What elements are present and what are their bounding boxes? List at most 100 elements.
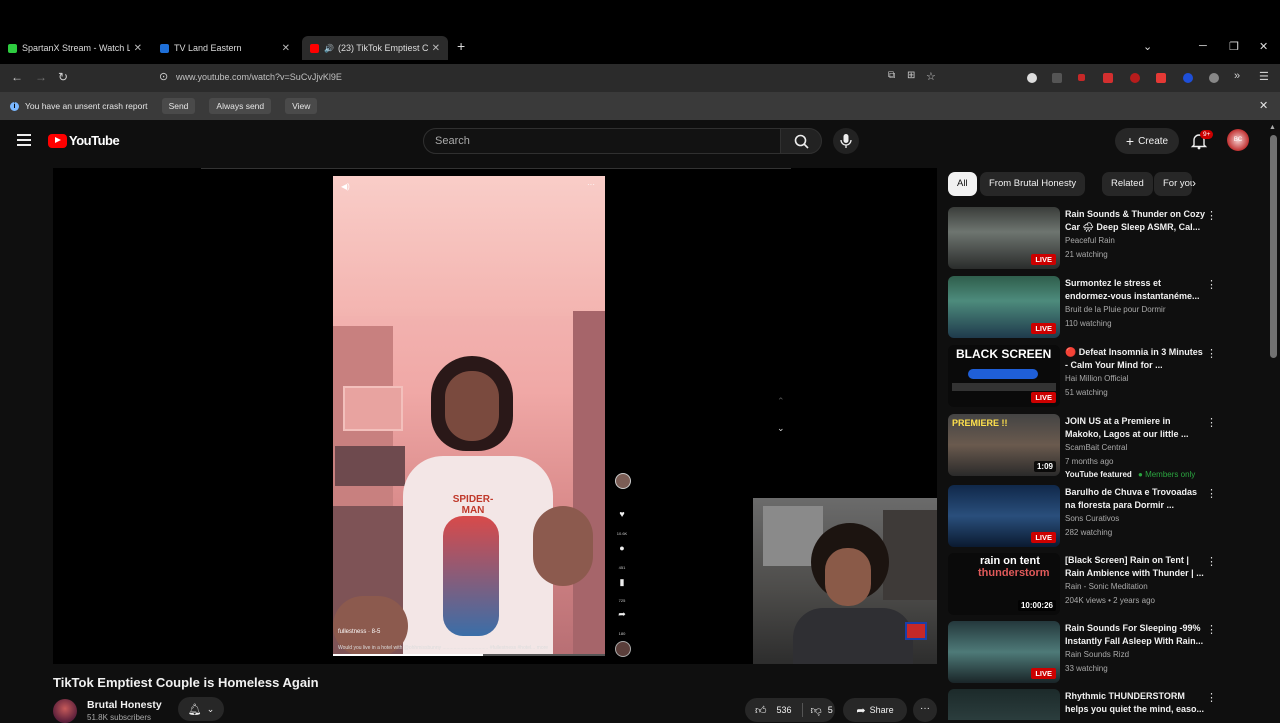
create-button[interactable]: + Create	[1115, 128, 1179, 154]
youtube-logo[interactable]: YouTube	[48, 133, 120, 148]
recommendation-channel[interactable]: Rain Sounds Rizd	[1065, 650, 1129, 659]
account-extension-icon[interactable]	[1027, 73, 1037, 83]
recommendation-item[interactable]: LIVE Rain Sounds For Sleeping -99% Insta…	[948, 621, 1218, 685]
close-infobar-icon[interactable]: ✕	[1259, 99, 1268, 112]
clip-bookmark-icon[interactable]: ▮	[615, 577, 629, 588]
red-extension-icon[interactable]	[1103, 73, 1113, 83]
recommendation-menu-icon[interactable]: ⋮	[1206, 209, 1217, 222]
page-scrollbar[interactable]	[1270, 135, 1277, 358]
browser-tab-youtube[interactable]: 🔊 (23) TikTok Emptiest Couple ✕	[302, 36, 448, 60]
next-clip-chevron-icon[interactable]: ⌄	[777, 423, 785, 434]
send-button[interactable]: Send	[161, 98, 196, 114]
thumbs-up-icon[interactable]: 👍︎	[755, 704, 767, 717]
restore-button[interactable]: ❐	[1229, 40, 1239, 53]
clip-mute-icon[interactable]: ◀)	[341, 182, 350, 191]
chip-for-you[interactable]: For you	[1154, 172, 1192, 196]
browser-tab-tvland[interactable]: TV Land Eastern ✕	[152, 36, 298, 60]
voice-search-button[interactable]	[833, 128, 859, 154]
search-button[interactable]	[780, 128, 822, 154]
recommendation-title[interactable]: Barulho de Chuva e Trovoadas na floresta…	[1065, 486, 1205, 512]
recommendation-title[interactable]: Rain Sounds & Thunder on Cozy Car 🌧 Deep…	[1065, 208, 1205, 234]
always-send-button[interactable]: Always send	[209, 98, 272, 114]
bookmark-star-icon[interactable]: ☆	[926, 70, 936, 83]
recommendation-menu-icon[interactable]: ⋮	[1206, 347, 1217, 360]
recommendation-title[interactable]: Rain Sounds For Sleeping -99% Instantly …	[1065, 622, 1205, 648]
recommendation-thumbnail[interactable]: LIVE	[948, 485, 1060, 547]
chip-all[interactable]: All	[948, 172, 977, 196]
back-arrow-icon[interactable]: ←	[11, 70, 23, 84]
recommendation-item[interactable]: LIVE Barulho de Chuva e Trovoadas na flo…	[948, 485, 1218, 549]
clip-share-icon[interactable]: ➦	[615, 609, 629, 620]
install-app-icon[interactable]: ⊞	[907, 70, 915, 81]
puzzle-extension-icon[interactable]	[1052, 73, 1062, 83]
recommendation-item[interactable]: BLACK SCREEN LIVE 🔴 Defeat Insomnia in 3…	[948, 345, 1218, 409]
recommendation-menu-icon[interactable]: ⋮	[1206, 416, 1217, 429]
site-info-icon[interactable]: ⊙	[159, 70, 168, 83]
search-input[interactable]: Search	[423, 128, 781, 154]
subscription-bell-button[interactable]: 🔔︎ ⌄	[178, 697, 224, 721]
recommendation-item[interactable]: LIVE Surmontez le stress et endormez-vou…	[948, 276, 1218, 340]
recommendation-channel[interactable]: Rain - Sonic Meditation	[1065, 582, 1148, 591]
recommendation-thumbnail[interactable]: rain on tent thunderstorm 10:00:26	[948, 553, 1060, 615]
like-count[interactable]: 536	[777, 705, 792, 715]
close-tab-icon[interactable]: ✕	[432, 43, 440, 54]
more-extensions-icon[interactable]: »	[1234, 70, 1240, 82]
browser-tab-spartanx[interactable]: SpartanX Stream - Watch Live o ✕	[0, 36, 150, 60]
forward-arrow-icon[interactable]: →	[35, 70, 47, 84]
pin-extension-icon[interactable]	[1130, 73, 1140, 83]
youtube-extension-icon[interactable]	[1156, 73, 1166, 83]
dislike-count[interactable]: 5	[828, 705, 833, 715]
thumbs-down-icon[interactable]: 👎︎	[811, 704, 822, 717]
recommendation-item[interactable]: rain on tent thunderstorm 10:00:26 [Blac…	[948, 553, 1218, 617]
channel-name[interactable]: Brutal Honesty	[87, 699, 162, 711]
recommendation-title[interactable]: Rhythmic THUNDERSTORM helps you quiet th…	[1065, 690, 1205, 716]
recommendation-thumbnail[interactable]: LIVE	[948, 276, 1060, 338]
video-player[interactable]: SPIDER-MAN ◀) ··· fullestness · 8-5 Woul…	[53, 168, 937, 664]
recommendation-channel[interactable]: Peaceful Rain	[1065, 236, 1115, 245]
recommendation-item[interactable]: LIVE Rain Sounds & Thunder on Cozy Car 🌧…	[948, 207, 1218, 271]
channel-avatar[interactable]	[53, 699, 77, 723]
clip-sound-disc-icon[interactable]	[615, 641, 631, 657]
recommendation-channel[interactable]: ScamBait Central	[1065, 443, 1127, 452]
guide-menu-icon[interactable]	[17, 134, 31, 146]
recommendation-thumbnail[interactable]: PREMIERE !! 1:09	[948, 414, 1060, 476]
speaker-icon[interactable]: 🔊	[324, 44, 334, 53]
blue-extension-icon[interactable]	[1183, 73, 1193, 83]
previous-clip-chevron-icon[interactable]: ⌃	[777, 396, 785, 407]
share-button[interactable]: ➦ Share	[843, 698, 907, 722]
recommendation-item[interactable]: PREMIERE !! 1:09 JOIN US at a Premiere i…	[948, 414, 1218, 479]
tab-search-chevron-icon[interactable]: ⌄	[1143, 40, 1152, 53]
chip-from-brutal-honesty[interactable]: From Brutal Honesty	[980, 172, 1086, 196]
recommendation-title[interactable]: JOIN US at a Premiere in Makoko, Lagos a…	[1065, 415, 1205, 441]
account-avatar[interactable]: BC	[1227, 129, 1249, 151]
screen-cast-icon[interactable]: ⧉	[888, 70, 895, 81]
recommendation-channel[interactable]: Sons Curativos	[1065, 514, 1119, 523]
close-window-button[interactable]: ✕	[1259, 40, 1268, 53]
recommendation-title[interactable]: 🔴 Defeat Insomnia in 3 Minutes - Calm Yo…	[1065, 346, 1205, 372]
record-extension-icon[interactable]	[1078, 74, 1085, 81]
progress-track[interactable]	[201, 168, 791, 169]
close-tab-icon[interactable]: ✕	[282, 43, 290, 54]
recommendation-channel[interactable]: Bruit de la Pluie pour Dormir	[1065, 305, 1165, 314]
scroll-up-arrow-icon[interactable]: ▲	[1269, 124, 1276, 131]
clip-comment-icon[interactable]: ●	[615, 543, 629, 553]
recommendation-channel[interactable]: Hai Million Official	[1065, 374, 1128, 383]
close-tab-icon[interactable]: ✕	[134, 43, 142, 54]
recommendation-menu-icon[interactable]: ⋮	[1206, 555, 1217, 568]
more-actions-button[interactable]: ···	[913, 698, 937, 722]
new-tab-button[interactable]: +	[457, 38, 465, 54]
view-button[interactable]: View	[285, 98, 318, 114]
recommendation-title[interactable]: [Black Screen] Rain on Tent | Rain Ambie…	[1065, 554, 1205, 580]
recommendation-thumbnail[interactable]: LIVE	[948, 621, 1060, 683]
clip-creator-avatar[interactable]	[615, 473, 631, 489]
recommendation-menu-icon[interactable]: ⋮	[1206, 623, 1217, 636]
recommendation-thumbnail[interactable]	[948, 689, 1060, 720]
minimize-button[interactable]: ─	[1199, 40, 1207, 52]
recommendation-item[interactable]: Rhythmic THUNDERSTORM helps you quiet th…	[948, 689, 1218, 720]
recommendation-menu-icon[interactable]: ⋮	[1206, 278, 1217, 291]
recommendation-menu-icon[interactable]: ⋮	[1206, 691, 1217, 704]
recommendation-title[interactable]: Surmontez le stress et endormez-vous ins…	[1065, 277, 1205, 303]
chips-next-chevron-icon[interactable]: ›	[1192, 176, 1196, 190]
gear-extension-icon[interactable]	[1209, 73, 1219, 83]
recommendation-menu-icon[interactable]: ⋮	[1206, 487, 1217, 500]
